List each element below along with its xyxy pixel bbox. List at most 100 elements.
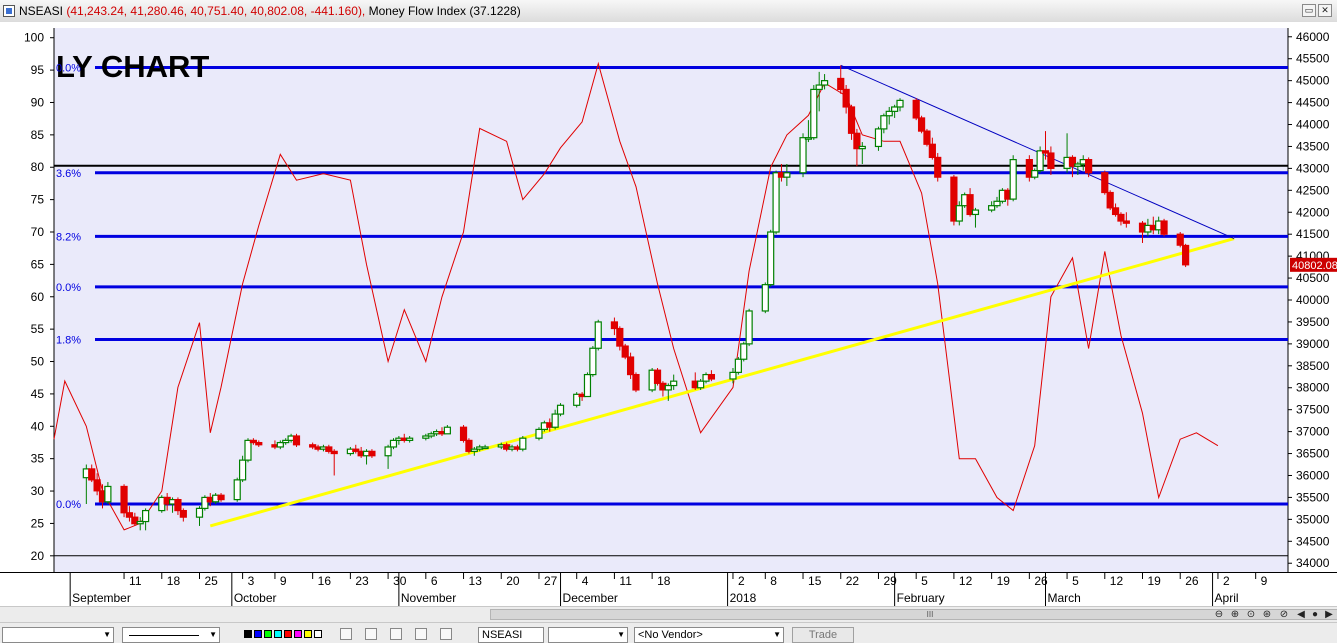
mfi-axis-label: 75 [31,193,45,207]
mfi-axis-label: 95 [31,63,45,77]
date-tick-label: 20 [506,574,520,588]
title-symbol: NSEASI [19,4,64,18]
fib-level-label: 1.8% [56,334,81,346]
candle-up [820,80,829,86]
vendor-value: <No Vendor> [638,629,703,641]
scrollbar-thumb[interactable]: III [490,609,1337,620]
zoom-out-icon[interactable]: ⊖ [1212,609,1226,621]
pencil-icon[interactable] [415,628,427,640]
candle-down [325,446,333,452]
candle-down [125,512,134,518]
mfi-axis-label: 60 [31,290,45,304]
candle-up [481,446,489,450]
zoom-reset-icon[interactable]: ⊙ [1244,609,1258,621]
date-tick-label: 11 [129,574,142,588]
candle-up [589,347,597,376]
mfi-axis-label: 100 [24,31,44,45]
color-swatch[interactable] [244,630,252,638]
price-axis-label: 44000 [1296,118,1330,132]
price-axis-label: 36500 [1296,447,1330,461]
line-style-dropdown[interactable]: ▼ [2,627,114,643]
zoom-full-icon[interactable]: ⊘ [1277,609,1291,621]
candle-up [955,205,963,222]
color-swatch[interactable] [314,630,322,638]
interval-dropdown[interactable]: ▼ [548,627,628,643]
date-tick-label: 18 [167,574,181,588]
pencil-icon[interactable] [440,628,452,640]
fib-level-label: 0.0% [56,62,81,74]
chevron-down-icon: ▼ [773,630,781,639]
color-swatch[interactable] [254,630,262,638]
date-tick-label: 26 [1185,574,1199,588]
date-tick-label: 25 [204,574,218,588]
month-tick-label: February [897,591,945,605]
scroll-right-icon[interactable]: ▶ [1322,609,1336,621]
candle-down [934,156,942,178]
price-axis-label: 40000 [1296,293,1330,307]
price-axis-label: 39500 [1296,315,1330,329]
price-axis-label: 46000 [1296,30,1330,44]
zoom-fit-icon[interactable]: ⊛ [1260,609,1274,621]
color-swatch[interactable] [294,630,302,638]
date-tick-label: 8 [770,574,777,588]
date-tick-label: 27 [544,574,558,588]
candle-up [670,380,678,387]
chart-window-icon [3,5,15,17]
pencil-icon[interactable] [365,628,377,640]
candle-up [276,441,284,448]
candle-up [745,310,753,345]
color-swatch[interactable] [284,630,292,638]
vendor-dropdown[interactable]: <No Vendor> ▼ [634,627,784,643]
candle-up [556,404,565,415]
price-axis-label: 45000 [1296,74,1330,88]
candle-down [1117,213,1125,222]
candle-up [734,358,742,373]
mfi-axis-label: 65 [31,257,45,271]
chart-window-titlebar: NSEASI (41,243.24, 41,280.46, 40,751.40,… [0,0,1337,23]
color-swatch[interactable] [274,630,282,638]
drawing-tool-icon[interactable] [340,628,352,640]
restore-window-icon[interactable]: ▭ [1302,4,1316,17]
zoom-in-icon[interactable]: ⊕ [1228,609,1242,621]
date-tick-label: 30 [393,574,407,588]
date-tick-label: 9 [280,574,287,588]
candle-up [896,99,904,108]
candle-down [292,435,301,446]
date-tick-label: 15 [808,574,822,588]
candle-down [255,441,263,446]
candle-up [1031,169,1039,178]
candle-up [1009,159,1017,200]
mfi-axis-label: 45 [31,387,45,401]
candle-down [330,450,338,455]
date-tick-label: 6 [431,574,438,588]
candle-up [664,384,672,391]
symbol-input[interactable]: NSEASI [478,627,544,643]
mfi-axis-label: 55 [31,322,45,336]
candle-down [179,509,187,518]
candle-up [815,84,823,91]
candle-down [217,494,225,501]
line-width-dropdown[interactable]: ▼ [122,627,220,643]
trade-button[interactable]: Trade [792,627,854,643]
mfi-axis-label: 85 [31,128,45,142]
price-axis-label: 38500 [1296,359,1330,373]
candle-up [406,437,414,441]
candle-down [459,426,468,441]
close-window-icon[interactable]: ✕ [1318,4,1332,17]
candle-up [583,373,592,398]
candle-down [707,373,716,380]
color-swatch[interactable] [264,630,272,638]
scroll-stop-icon[interactable]: ● [1308,609,1322,621]
scroll-left-icon[interactable]: ◀ [1294,609,1308,621]
pencil-icon[interactable] [390,628,402,640]
price-axis-label: 34000 [1296,556,1330,570]
price-axis-label: 42500 [1296,183,1330,197]
mfi-axis-label: 30 [31,484,45,498]
price-chart[interactable]: 20 25 30 35 40 45 50 55 60 65 70 75 80 85 90 95 100 3400… [0,22,1337,572]
candle-up [810,88,818,139]
candle-down [120,485,128,514]
color-swatch[interactable] [304,630,312,638]
fib-level-label: 0.0% [56,499,81,511]
chart-scrollbar[interactable]: III ⊖ ⊕ ⊙ ⊛ ⊘ ◀ ● ▶ [0,606,1337,623]
candle-down [88,468,96,481]
